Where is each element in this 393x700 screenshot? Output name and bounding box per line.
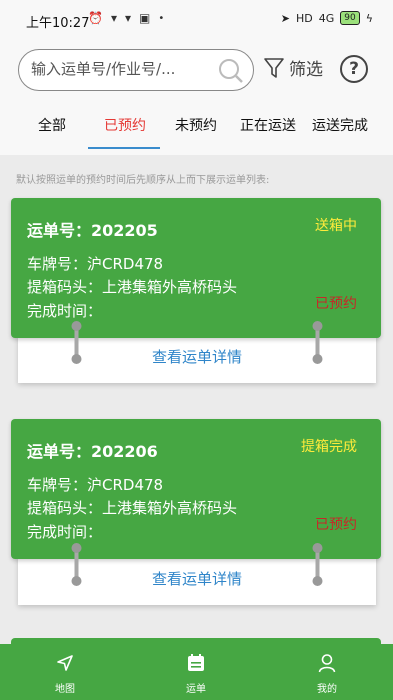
order-status-badge: 送箱中 [315, 218, 357, 234]
order-number: 运单号：202206 [27, 442, 158, 461]
plate-number: 车牌号：沪CRD478 [27, 476, 164, 494]
order-status-badge: 提箱完成 [301, 439, 357, 455]
status-notification-icons: ⏰ ▾ ▾ ▣ • [88, 11, 164, 25]
binder-ring-icon [71, 321, 82, 364]
person-icon [318, 654, 336, 673]
funnel-icon [264, 57, 284, 78]
map-pin-icon-2: ▾ [124, 11, 132, 25]
header: 筛选 ? 全部 已预约 未预约 正在运送 运送完成 [0, 40, 393, 155]
tab-all[interactable]: 全部 [38, 115, 66, 135]
nav-orders-label: 运单 [186, 684, 206, 695]
binder-ring-icon [312, 543, 323, 586]
alarm-icon: ⏰ [88, 11, 103, 25]
binder-ring-icon [71, 543, 82, 586]
search-icon[interactable] [217, 57, 245, 85]
active-tab-indicator [88, 147, 160, 149]
finish-time: 完成时间： [27, 523, 103, 541]
help-icon[interactable]: ? [340, 55, 368, 83]
plate-number: 车牌号：沪CRD478 [27, 255, 164, 273]
bottom-nav: 地图 运单 我的 [0, 644, 393, 700]
more-dot-icon: • [158, 12, 165, 24]
filter-label: 筛选 [289, 60, 323, 80]
hd-icon: HD [296, 11, 313, 25]
tab-unreserved[interactable]: 未预约 [175, 115, 217, 135]
tab-completed[interactable]: 运送完成 [312, 115, 368, 135]
nav-me[interactable]: 我的 [297, 653, 357, 695]
calendar-list-icon [188, 654, 204, 671]
reservation-status: 已预约 [315, 517, 357, 533]
network-label: 4G [318, 11, 335, 25]
status-bar: 上午10:27 ⏰ ▾ ▾ ▣ • ➤ HD 4G 90 ϟ [0, 0, 393, 40]
order-card[interactable]: 运单号：202206 车牌号：沪CRD478 提箱码头：上港集箱外高桥码头 完成… [11, 419, 381, 559]
charging-icon: ϟ [365, 11, 373, 25]
tab-reserved[interactable]: 已预约 [104, 115, 146, 135]
status-tabs: 全部 已预约 未预约 正在运送 运送完成 [0, 112, 393, 152]
filter-button[interactable]: 筛选 [263, 55, 323, 80]
pickup-terminal: 提箱码头：上港集箱外高桥码头 [27, 278, 238, 296]
nav-map[interactable]: 地图 [35, 653, 95, 695]
status-time: 上午10:27 [26, 16, 90, 31]
map-pin-icon: ▾ [110, 11, 117, 25]
battery-icon: 90 [340, 11, 360, 25]
tab-in-transit[interactable]: 正在运送 [240, 115, 296, 135]
finish-time: 完成时间： [27, 302, 103, 320]
nav-me-label: 我的 [317, 684, 337, 695]
order-number: 运单号：202205 [27, 221, 158, 240]
nav-map-label: 地图 [55, 684, 75, 695]
nav-orders[interactable]: 运单 [166, 653, 226, 695]
list-hint: 默认按照运单的预约时间后先顺序从上而下展示运单列表: [16, 175, 270, 186]
search-box[interactable] [18, 49, 254, 91]
navigation-arrow-icon [57, 655, 73, 671]
order-card[interactable]: 运单号：202205 车牌号：沪CRD478 提箱码头：上港集箱外高桥码头 完成… [11, 198, 381, 338]
location-icon: ➤ [280, 11, 290, 25]
binder-ring-icon [312, 321, 323, 364]
status-system-icons: ➤ HD 4G 90 ϟ [281, 11, 373, 25]
app-notification-icon: ▣ [139, 11, 151, 25]
search-input[interactable] [31, 60, 211, 78]
pickup-terminal: 提箱码头：上港集箱外高桥码头 [27, 499, 238, 517]
reservation-status: 已预约 [315, 296, 357, 312]
